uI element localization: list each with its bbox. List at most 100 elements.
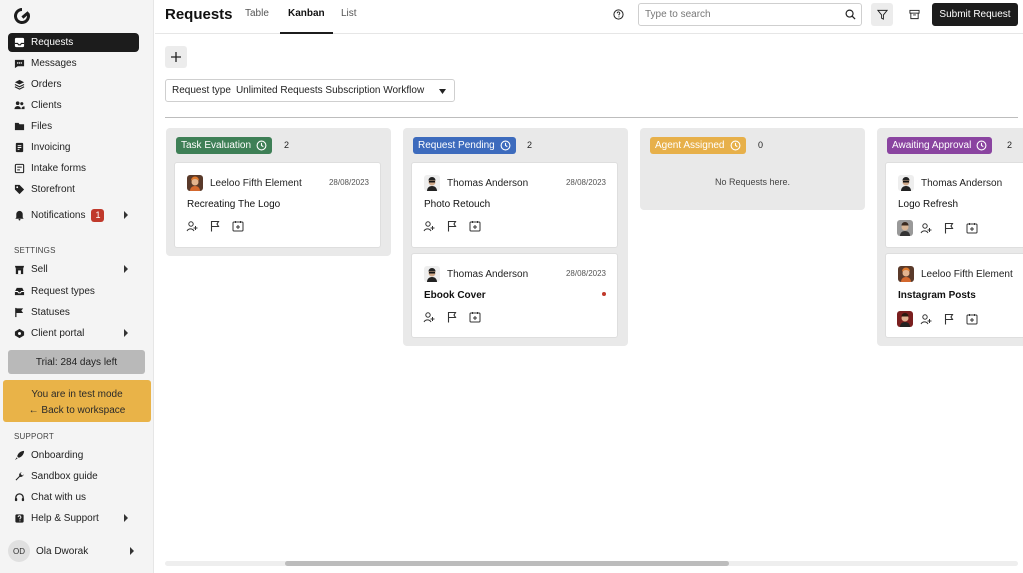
search-input[interactable] bbox=[638, 3, 862, 26]
status-label: Task Evaluation bbox=[181, 140, 252, 151]
tag-icon bbox=[14, 184, 25, 195]
request-card[interactable]: Thomas Anderson 28/08/2023 Photo Retouch bbox=[411, 162, 618, 248]
card-actions bbox=[423, 220, 492, 232]
sidebar-item-messages[interactable]: Messages bbox=[8, 54, 139, 73]
clock-icon bbox=[500, 140, 511, 151]
assignee-avatar[interactable] bbox=[897, 220, 913, 236]
store-icon bbox=[14, 265, 25, 275]
chat-icon bbox=[14, 59, 25, 69]
status-badge[interactable]: Request Pending bbox=[413, 137, 516, 154]
sidebar-item-notifications[interactable]: Notifications 1 bbox=[8, 206, 139, 225]
sidebar-item-label: Statuses bbox=[31, 307, 70, 318]
sidebar-item-label: Sell bbox=[31, 264, 48, 275]
sidebar-item-clients[interactable]: Clients bbox=[8, 96, 139, 115]
flag-icon[interactable] bbox=[943, 222, 955, 234]
headset-icon bbox=[14, 493, 25, 502]
user-menu[interactable]: OD Ola Dworak bbox=[8, 540, 139, 562]
sidebar-item-requests[interactable]: Requests bbox=[8, 33, 139, 52]
sidebar-item-label: Clients bbox=[31, 100, 62, 111]
status-badge[interactable]: Agent Assigned bbox=[650, 137, 746, 154]
kanban-column-awaiting-approval: Awaiting Approval 2 Thomas Anderson Logo… bbox=[877, 128, 1023, 346]
assign-user-icon[interactable] bbox=[920, 313, 932, 325]
assignee-avatar[interactable] bbox=[897, 311, 913, 327]
archive-button[interactable] bbox=[903, 3, 925, 26]
request-card[interactable]: Thomas Anderson Logo Refresh bbox=[885, 162, 1023, 248]
card-title: Logo Refresh bbox=[898, 199, 959, 210]
sidebar-item-label: Storefront bbox=[31, 184, 75, 195]
request-type-label: Request type bbox=[172, 85, 231, 96]
card-title: Recreating The Logo bbox=[187, 199, 281, 210]
invoice-icon bbox=[15, 142, 24, 153]
filter-button[interactable] bbox=[871, 3, 893, 26]
sidebar-item-onboarding[interactable]: Onboarding bbox=[8, 446, 139, 465]
assign-user-icon[interactable] bbox=[186, 220, 198, 232]
requester-name: Thomas Anderson bbox=[447, 268, 529, 280]
calendar-add-icon[interactable] bbox=[469, 311, 481, 323]
sidebar-item-client-portal[interactable]: Client portal bbox=[8, 324, 139, 343]
assign-user-icon[interactable] bbox=[423, 311, 435, 323]
app-window: Requests Messages Orders Clients Files I… bbox=[0, 0, 1023, 573]
search-icon[interactable] bbox=[845, 9, 856, 20]
chevron-right-icon bbox=[130, 547, 134, 555]
flag-icon[interactable] bbox=[209, 220, 221, 232]
sidebar-item-invoicing[interactable]: Invoicing bbox=[8, 138, 139, 157]
trial-banner: Trial: 284 days left bbox=[8, 350, 145, 374]
submit-request-button[interactable]: Submit Request bbox=[932, 3, 1018, 26]
card-date: 28/08/2023 bbox=[328, 178, 369, 187]
help-circle-icon[interactable] bbox=[613, 9, 624, 20]
add-column-button[interactable] bbox=[165, 46, 187, 68]
assign-user-icon[interactable] bbox=[423, 220, 435, 232]
requester-name: Thomas Anderson bbox=[921, 177, 1003, 189]
requester-name: Leeloo Fifth Element bbox=[210, 177, 302, 189]
clock-icon bbox=[730, 140, 740, 151]
test-mode-banner[interactable]: You are in test mode ← Back to workspace bbox=[3, 380, 151, 422]
requester-name: Leeloo Fifth Element bbox=[921, 268, 1013, 280]
request-type-value: Unlimited Requests Subscription Workflow bbox=[235, 85, 425, 96]
back-to-workspace-link[interactable]: ← Back to workspace bbox=[3, 403, 151, 419]
sidebar-item-help-support[interactable]: Help & Support bbox=[8, 509, 139, 528]
portal-icon bbox=[14, 328, 25, 339]
sidebar-item-label: Chat with us bbox=[31, 492, 87, 503]
tab-list[interactable]: List bbox=[341, 8, 357, 19]
column-count: 2 bbox=[284, 140, 290, 150]
sidebar-item-sandbox-guide[interactable]: Sandbox guide bbox=[8, 467, 139, 486]
status-badge[interactable]: Task Evaluation bbox=[176, 137, 273, 154]
chevron-right-icon bbox=[124, 265, 128, 273]
flag-icon[interactable] bbox=[446, 220, 458, 232]
calendar-add-icon[interactable] bbox=[966, 313, 978, 325]
request-card[interactable]: Leeloo Fifth Element 28/08/2023 Recreati… bbox=[174, 162, 381, 248]
sidebar-item-storefront[interactable]: Storefront bbox=[8, 180, 139, 199]
sidebar-item-intake-forms[interactable]: Intake forms bbox=[8, 159, 139, 178]
sidebar-item-files[interactable]: Files bbox=[8, 117, 139, 136]
tab-table[interactable]: Table bbox=[245, 8, 269, 19]
assign-user-icon[interactable] bbox=[920, 222, 932, 234]
card-requester: Leeloo Fifth Element bbox=[187, 175, 302, 191]
flag-icon[interactable] bbox=[446, 311, 458, 323]
avatar bbox=[424, 175, 440, 191]
horizontal-scrollbar[interactable] bbox=[165, 561, 1018, 566]
sidebar-item-chat-with-us[interactable]: Chat with us bbox=[8, 488, 139, 507]
app-logo-icon[interactable] bbox=[12, 6, 32, 26]
calendar-add-icon[interactable] bbox=[469, 220, 481, 232]
tab-kanban[interactable]: Kanban bbox=[288, 8, 325, 19]
request-card[interactable]: Leeloo Fifth Element Instagram Posts bbox=[885, 253, 1023, 338]
calendar-add-icon[interactable] bbox=[966, 222, 978, 234]
clock-icon bbox=[976, 140, 987, 151]
status-label: Request Pending bbox=[418, 140, 495, 151]
user-name: Ola Dworak bbox=[36, 545, 89, 557]
request-card[interactable]: Thomas Anderson 28/08/2023 Ebook Cover bbox=[411, 253, 618, 338]
calendar-add-icon[interactable] bbox=[232, 220, 244, 232]
sidebar-item-request-types[interactable]: Request types bbox=[8, 282, 139, 301]
sidebar-item-orders[interactable]: Orders bbox=[8, 75, 139, 94]
flag-icon[interactable] bbox=[943, 313, 955, 325]
status-badge[interactable]: Awaiting Approval bbox=[887, 137, 993, 154]
scrollbar-thumb[interactable] bbox=[285, 561, 729, 566]
column-count: 2 bbox=[527, 140, 533, 150]
sidebar-item-statuses[interactable]: Statuses bbox=[8, 303, 139, 322]
top-bar: Requests Table Kanban List Submit Reques… bbox=[155, 0, 1023, 34]
sidebar-item-sell[interactable]: Sell bbox=[8, 260, 139, 279]
card-date: 28/08/2023 bbox=[565, 178, 606, 187]
request-type-select[interactable]: Request type Unlimited Requests Subscrip… bbox=[165, 79, 455, 102]
wrench-icon bbox=[15, 472, 24, 481]
card-requester: Leeloo Fifth Element bbox=[898, 266, 1013, 282]
